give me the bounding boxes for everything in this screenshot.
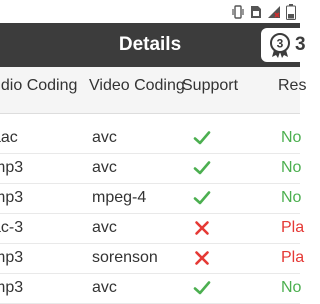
cross-icon: [195, 221, 209, 235]
video-coding-cell: avc: [92, 159, 117, 176]
table-row[interactable]: aac avc No: [0, 123, 302, 154]
video-coding-cell: avc: [92, 129, 117, 146]
result-cell: Pla: [281, 249, 305, 266]
audio-coding-cell: ac-3: [0, 219, 24, 236]
table-row[interactable]: mp3 mpeg-4 No: [0, 183, 302, 214]
award-icon: 3: [270, 33, 290, 58]
audio-coding-cell: aac: [0, 129, 18, 146]
table-row[interactable]: mp3 avc No: [0, 273, 302, 304]
cross-icon: [195, 251, 209, 265]
audio-coding-cell: mp3: [0, 249, 24, 266]
sim-card-icon: [251, 5, 261, 18]
page-title: Details: [118, 34, 182, 55]
check-icon: [193, 191, 211, 205]
column-audio-coding: udio Coding: [0, 77, 78, 94]
award-badge-button[interactable]: 3 3: [261, 28, 320, 62]
check-icon: [193, 161, 211, 175]
audio-coding-cell: mp3: [0, 279, 24, 296]
table-row[interactable]: ac-3 avc Pla: [0, 213, 304, 244]
column-support: Support: [182, 77, 239, 94]
award-badge-label: 3: [295, 34, 306, 55]
vibrate-icon: [232, 4, 244, 19]
audio-coding-cell: mp3: [0, 159, 24, 176]
status-icons: [231, 2, 296, 21]
result-cell: No: [281, 189, 302, 206]
table-row[interactable]: mp3 sorenson Pla: [0, 243, 304, 274]
audio-coding-cell: mp3: [0, 189, 24, 206]
table-header: udio Coding Video Coding Support Res: [0, 67, 306, 114]
video-coding-cell: avc: [92, 219, 117, 236]
check-icon: [193, 281, 211, 295]
battery-icon: [286, 3, 296, 20]
result-cell: No: [281, 279, 302, 296]
column-video-coding: Video Coding: [89, 77, 185, 94]
table-row[interactable]: mp3 avc No: [0, 153, 302, 184]
app-header: Details 3 3: [0, 23, 320, 67]
video-coding-cell: avc: [92, 279, 117, 296]
no-signal-icon: [268, 5, 280, 18]
video-coding-cell: mpeg-4: [92, 189, 147, 206]
check-icon: [193, 131, 211, 145]
result-cell: Pla: [281, 219, 305, 236]
column-result: Res: [278, 77, 307, 94]
award-icon-digit: 3: [277, 37, 284, 51]
status-bar: [0, 0, 300, 23]
result-cell: No: [281, 159, 302, 176]
result-cell: No: [281, 129, 302, 146]
video-coding-cell: sorenson: [92, 249, 158, 266]
